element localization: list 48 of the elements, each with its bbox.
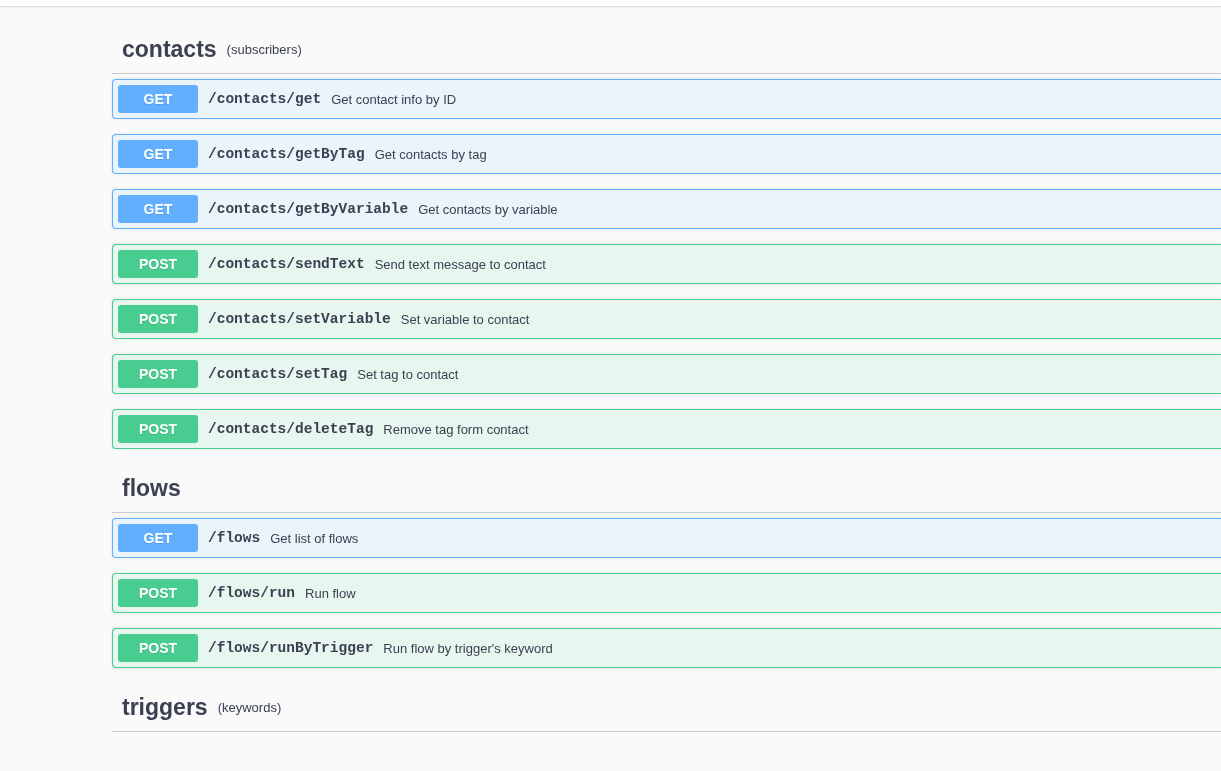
operation-row[interactable]: POST /flows/run Run flow (112, 573, 1221, 613)
section-description: (subscribers) (226, 41, 302, 57)
endpoint-summary: Set variable to contact (400, 311, 530, 327)
section-description: (keywords) (217, 699, 282, 715)
method-badge: GET (118, 140, 198, 168)
endpoint-summary: Get contacts by variable (418, 201, 558, 217)
operation-row[interactable]: GET /flows Get list of flows (112, 518, 1221, 558)
endpoint-summary: Set tag to contact (357, 366, 459, 382)
endpoint-path: /contacts/setVariable (208, 311, 391, 327)
endpoint-summary: Run flow (305, 585, 356, 601)
method-badge: POST (118, 579, 198, 607)
endpoint-path: /contacts/get (208, 91, 322, 107)
section-title: contacts (122, 35, 217, 63)
endpoint-summary: Send text message to contact (374, 256, 546, 272)
method-badge: POST (118, 634, 198, 662)
operation-row[interactable]: POST /contacts/deleteTag Remove tag form contact (112, 409, 1221, 449)
operation-row[interactable]: POST /contacts/setTag Set tag to contact (112, 354, 1221, 394)
endpoint-path: /contacts/setTag (208, 366, 348, 382)
endpoint-summary: Remove tag form contact (383, 421, 529, 437)
operation-row[interactable]: GET /contacts/getByTag Get contacts by tag (112, 134, 1221, 174)
method-badge: POST (118, 305, 198, 333)
endpoint-summary: Run flow by trigger's keyword (383, 640, 553, 656)
endpoint-path: /flows/runByTrigger (208, 640, 374, 656)
operation-row[interactable]: POST /contacts/sendText Send text message to contact (112, 244, 1221, 284)
operation-row[interactable]: POST /contacts/setVariable Set variable to contact (112, 299, 1221, 339)
operation-row[interactable]: GET /contacts/get Get contact info by ID (112, 79, 1221, 119)
section-header[interactable]: triggers (keywords) (112, 683, 1221, 732)
endpoint-path: /contacts/getByTag (208, 146, 365, 162)
endpoint-path: /contacts/getByVariable (208, 201, 409, 217)
endpoint-summary: Get contact info by ID (331, 91, 457, 107)
endpoint-path: /contacts/sendText (208, 256, 365, 272)
endpoint-summary: Get contacts by tag (374, 146, 487, 162)
operation-row[interactable]: POST /flows/runByTrigger Run flow by trigger's keyword (112, 628, 1221, 668)
section-header[interactable]: contacts (subscribers) (112, 25, 1221, 74)
section-title: flows (122, 474, 181, 502)
operation-row[interactable]: GET /contacts/getByVariable Get contacts by variable (112, 189, 1221, 229)
method-badge: POST (118, 415, 198, 443)
endpoint-path: /flows/run (208, 585, 295, 601)
endpoint-summary: Get list of flows (270, 530, 359, 546)
method-badge: GET (118, 195, 198, 223)
section-title: triggers (122, 693, 208, 721)
endpoint-path: /contacts/deleteTag (208, 421, 374, 437)
method-badge: GET (118, 524, 198, 552)
method-badge: POST (118, 360, 198, 388)
endpoint-path: /flows (208, 530, 261, 546)
method-badge: GET (118, 85, 198, 113)
method-badge: POST (118, 250, 198, 278)
section-header[interactable]: flows (112, 464, 1221, 513)
